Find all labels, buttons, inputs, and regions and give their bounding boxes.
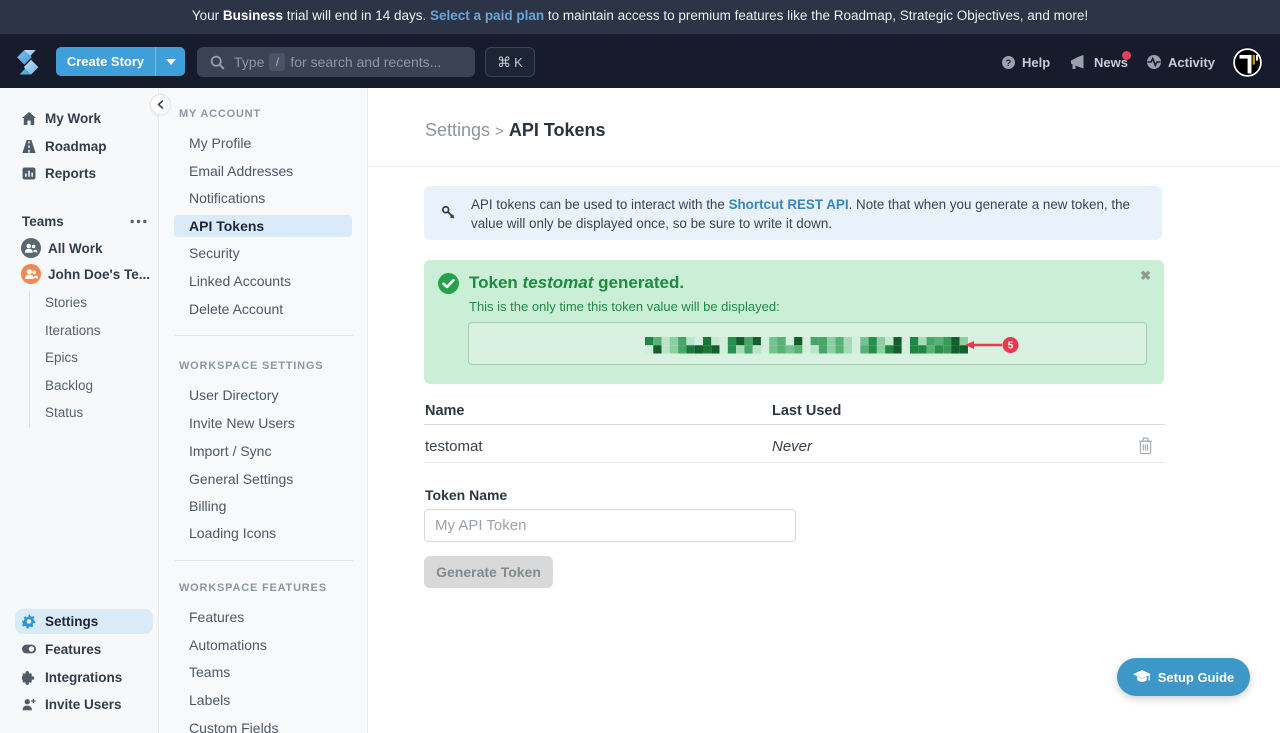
svg-text:?: ? (1006, 57, 1012, 67)
svg-text:5: 5 (1008, 341, 1014, 352)
